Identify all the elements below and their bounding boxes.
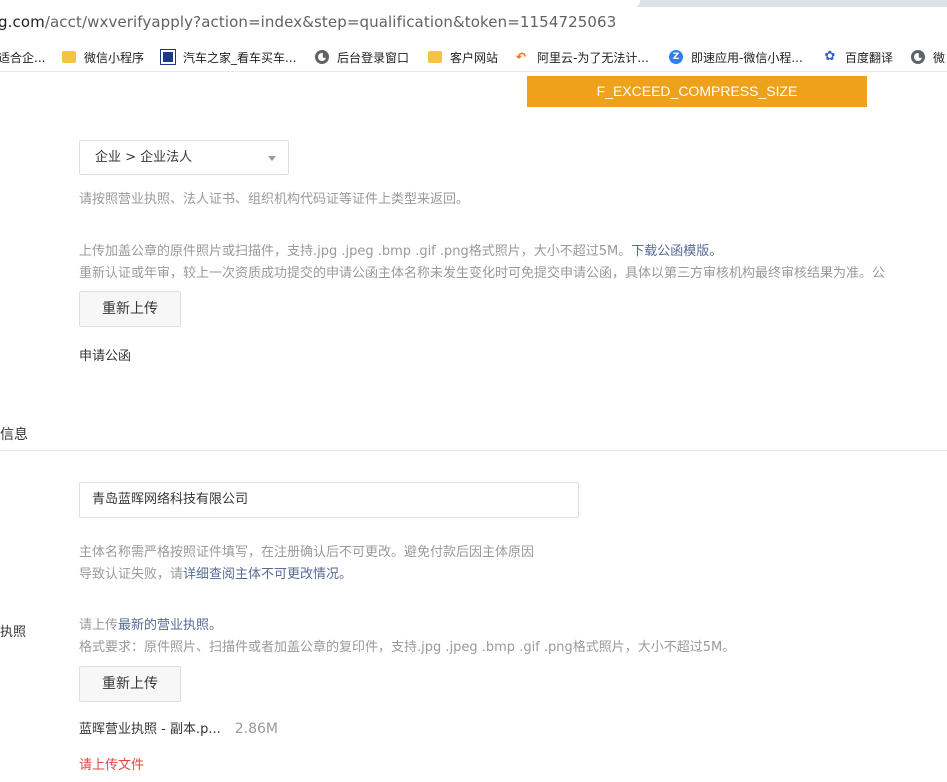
- chevron-down-icon: [268, 156, 276, 161]
- bookmarks-bar: 适合企... 微信小程序 汽车之家_看车买车... 后台登录窗口 客户网站 ↶ …: [0, 42, 947, 72]
- entity-name-hint-prefix: 导致认证失败，请: [79, 567, 184, 582]
- letter-hint-text: 上传加盖公章的原件照片或扫描件，支持.jpg .jpeg .bmp .gif .…: [79, 244, 632, 259]
- bookmark-item[interactable]: 微信小程序: [62, 47, 144, 67]
- entity-name-hint: 主体名称需严格按照证件填写，在注册确认后不可更改。避免付款后因主体原因: [79, 545, 535, 560]
- bookmark-label: 百度翻译: [845, 50, 894, 65]
- bookmark-item[interactable]: ✿ 百度翻译: [823, 47, 893, 67]
- jisu-icon: Z: [669, 50, 683, 64]
- license-hint-emphasis: 最新的营业执照。: [118, 618, 223, 633]
- upload-error-text: 请上传文件: [79, 758, 145, 773]
- browser-address-bar[interactable]: g.com/acct/wxverifyapply?action=index&st…: [0, 0, 947, 42]
- entity-name-value: 青岛蓝晖网络科技有限公司: [92, 492, 249, 507]
- car-icon: [160, 49, 176, 65]
- url-path: /acct/wxverifyapply?action=index&step=qu…: [44, 13, 617, 31]
- folder-icon: [428, 51, 442, 63]
- baidu-paw-icon: ✿: [824, 49, 836, 64]
- license-hint-prefix: 请上传: [79, 618, 119, 633]
- bookmark-label: 微: [933, 50, 946, 65]
- bookmark-label: 后台登录窗口: [337, 50, 410, 65]
- entity-type-select[interactable]: 企业 > 企业法人: [79, 140, 289, 175]
- reupload-license-button[interactable]: 重新上传: [79, 666, 181, 702]
- bookmark-item[interactable]: 后台登录窗口: [315, 47, 409, 67]
- uploaded-file[interactable]: 蓝晖营业执照 - 副本.p... 2.86M: [79, 718, 278, 737]
- bookmark-label: 汽车之家_看车买车...: [183, 50, 297, 65]
- license-format-hint: 格式要求：原件照片、扫描件或者加盖公章的复印件，支持.jpg .jpeg .bm…: [79, 640, 736, 655]
- bookmark-label: 即速应用-微信小程...: [691, 50, 803, 65]
- bookmark-item[interactable]: 微: [911, 47, 945, 67]
- entity-policy-link[interactable]: 详细查阅主体不可更改情况。: [183, 567, 352, 582]
- globe-icon: [911, 50, 925, 64]
- section-title: 信息: [0, 427, 28, 443]
- error-toast: F_EXCEED_COMPRESS_SIZE: [527, 76, 867, 107]
- bookmark-item[interactable]: 适合企...: [0, 47, 45, 67]
- letter-hint: 上传加盖公章的原件照片或扫描件，支持.jpg .jpeg .bmp .gif .…: [79, 240, 722, 259]
- globe-icon: [315, 50, 329, 64]
- file-size: 2.86M: [234, 721, 279, 737]
- business-license-label: 执照: [0, 625, 27, 640]
- application-letter-label: 申请公函: [79, 349, 132, 364]
- bookmark-label: 客户网站: [450, 50, 499, 65]
- license-hint: 请上传最新的营业执照。: [79, 614, 222, 633]
- file-name: 蓝晖营业执照 - 副本.p...: [79, 722, 221, 737]
- reupload-letter-button[interactable]: 重新上传: [79, 291, 181, 327]
- bookmark-item[interactable]: 汽车之家_看车买车...: [160, 47, 297, 67]
- url-host: g.com: [0, 13, 45, 31]
- entity-name-hint-2: 导致认证失败，请详细查阅主体不可更改情况。: [79, 563, 352, 582]
- url-text[interactable]: g.com/acct/wxverifyapply?action=index&st…: [0, 13, 616, 31]
- entity-type-value: 企业 > 企业法人: [95, 150, 193, 165]
- active-tab[interactable]: [0, 0, 640, 7]
- folder-icon: [62, 51, 76, 63]
- aliyun-icon: ↶: [515, 50, 527, 64]
- entity-type-hint: 请按照营业执照、法人证书、组织机构代码证等证件上类型来返回。: [79, 192, 470, 207]
- letter-exemption-hint: 重新认证或年审，较上一次资质成功提交的申请公函主体名称未发生变化时可免提交申请公…: [79, 266, 886, 281]
- tab-strip: [0, 0, 947, 7]
- bookmark-label: 微信小程序: [84, 50, 145, 65]
- entity-name-field[interactable]: 青岛蓝晖网络科技有限公司: [79, 482, 579, 518]
- bookmark-item[interactable]: 客户网站: [428, 47, 498, 67]
- bookmark-item[interactable]: Z 即速应用-微信小程...: [669, 47, 803, 67]
- bookmark-label: 适合企...: [0, 50, 46, 65]
- bookmark-item[interactable]: ↶ 阿里云-为了无法计...: [513, 47, 649, 67]
- section-divider: [0, 450, 947, 451]
- bookmark-label: 阿里云-为了无法计...: [537, 50, 649, 65]
- download-template-link[interactable]: 下载公函模版。: [631, 244, 722, 259]
